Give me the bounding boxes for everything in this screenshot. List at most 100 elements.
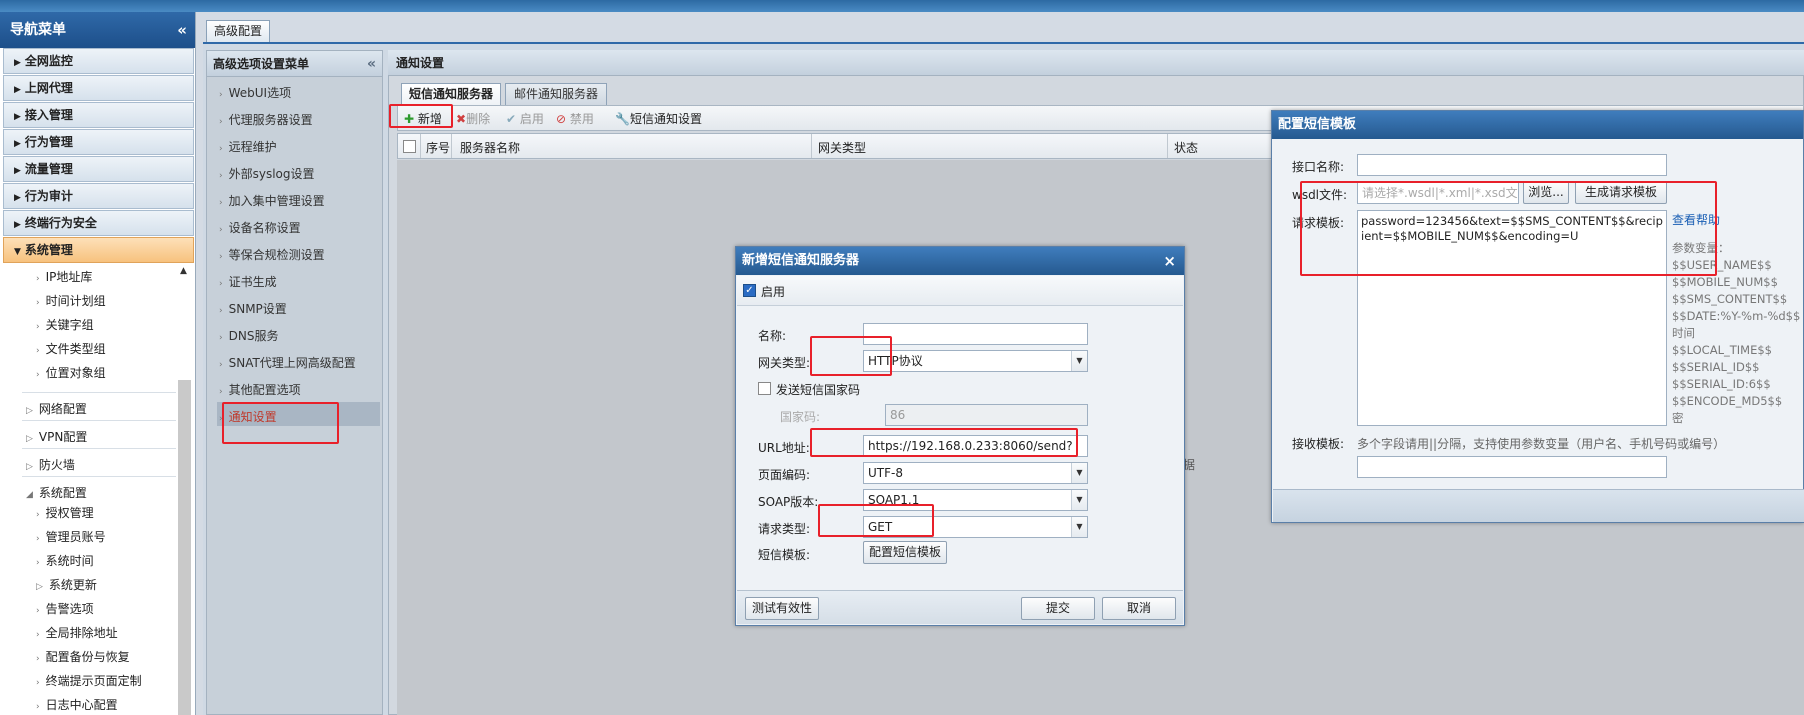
- expand-arrow-icon: ▶: [14, 58, 21, 68]
- annotation-box-new: [389, 104, 453, 128]
- nav-item-proxy[interactable]: ▶ 上网代理: [3, 75, 194, 101]
- close-icon[interactable]: ×: [1163, 247, 1176, 275]
- nav-sub-backup[interactable]: › 配置备份与恢复: [36, 648, 130, 665]
- nav-sub-exclude-address[interactable]: › 全局排除地址: [36, 624, 118, 641]
- nav-title: 导航菜单 «: [0, 12, 195, 48]
- col-server-name[interactable]: 服务器名称: [460, 139, 520, 156]
- menu-dns[interactable]: › DNS服务: [219, 327, 278, 344]
- template-label: 短信模板:: [758, 548, 811, 562]
- annotation-box-request-type: [818, 504, 934, 537]
- enable-checkbox[interactable]: ✓: [743, 284, 756, 297]
- col-seq[interactable]: 序号: [426, 139, 450, 156]
- nav-sub-system-update[interactable]: ▷ 系统更新: [36, 576, 97, 593]
- menu-certificate[interactable]: › 证书生成: [219, 273, 277, 290]
- menu-snmp[interactable]: › SNMP设置: [219, 300, 287, 317]
- annotation-box-gateway: [810, 336, 892, 376]
- nav-sub-system-time[interactable]: › 系统时间: [36, 552, 94, 569]
- tab-sms-server[interactable]: 短信通知服务器: [401, 83, 501, 105]
- delete-icon: ✖: [456, 112, 467, 126]
- nav-sub-ip-library[interactable]: › IP地址库: [36, 268, 92, 285]
- encoding-select[interactable]: UTF-8 ▼: [863, 462, 1088, 484]
- interface-label: 接口名称:: [1292, 160, 1345, 174]
- nav-sub-filetype[interactable]: › 文件类型组: [36, 340, 106, 357]
- nav-sub-license[interactable]: › 授权管理: [36, 504, 94, 521]
- col-status[interactable]: 状态: [1174, 139, 1198, 156]
- nav-item-traffic[interactable]: ▶ 流量管理: [3, 156, 194, 182]
- receive-template-input[interactable]: [1357, 456, 1667, 478]
- expand-arrow-icon: ▷: [26, 434, 33, 444]
- wrench-icon: 🔧: [615, 112, 630, 126]
- nav-sub-location[interactable]: › 位置对象组: [36, 364, 106, 381]
- scroll-up-icon[interactable]: ▲: [180, 266, 187, 276]
- expand-arrow-icon: ▶: [14, 85, 21, 95]
- nav-sub-log-center[interactable]: › 日志中心配置: [36, 696, 118, 713]
- menu-other-options[interactable]: › 其他配置选项: [219, 381, 301, 398]
- nav-scrollbar[interactable]: [178, 380, 191, 715]
- gateway-select[interactable]: HTTP协议 ▼: [863, 350, 1088, 372]
- nav-sub-admin-account[interactable]: › 管理员账号: [36, 528, 106, 545]
- nav-item-behavior[interactable]: ▶ 行为管理: [3, 129, 194, 155]
- nav-group-vpn[interactable]: ▷ VPN配置: [26, 428, 87, 445]
- sms-template-dialog: 配置短信模板 接口名称: wsdl文件: 请选择*.wsdl|*.xml|*.x…: [1271, 110, 1804, 523]
- delete-button[interactable]: ✖删除: [456, 110, 490, 127]
- nav-sub-keyword[interactable]: › 关键字组: [36, 316, 94, 333]
- select-all-checkbox[interactable]: [403, 140, 416, 153]
- nav-sub-alert[interactable]: › 告警选项: [36, 600, 94, 617]
- receive-template-label: 接收模板:: [1292, 437, 1345, 451]
- expand-arrow-icon: ▶: [14, 220, 21, 230]
- submit-button[interactable]: 提交: [1021, 597, 1095, 620]
- interface-input[interactable]: [1357, 154, 1667, 176]
- menu-device-name[interactable]: › 设备名称设置: [219, 219, 301, 236]
- expand-arrow-icon: ▶: [14, 139, 21, 149]
- nav-item-audit[interactable]: ▶ 行为审计: [3, 183, 194, 209]
- nav-item-terminal-security[interactable]: ▶ 终端行为安全: [3, 210, 194, 236]
- content-title: 通知设置: [388, 50, 1804, 76]
- tab-email-server[interactable]: 邮件通知服务器: [505, 83, 607, 105]
- sms-settings-button[interactable]: 🔧短信通知设置: [615, 110, 702, 127]
- request-type-label: 请求类型:: [758, 522, 811, 536]
- nav-collapse-icon[interactable]: «: [177, 12, 187, 48]
- nav-group-network[interactable]: ▷ 网络配置: [26, 400, 87, 417]
- name-input[interactable]: [863, 323, 1088, 345]
- advanced-options-title: 高级选项设置菜单 «: [207, 51, 382, 77]
- gateway-label: 网关类型:: [758, 356, 811, 370]
- menu-proxy-server[interactable]: › 代理服务器设置: [219, 111, 313, 128]
- expand-arrow-icon: ▶: [14, 166, 21, 176]
- nav-group-firewall[interactable]: ▷ 防火墙: [26, 456, 75, 473]
- cancel-button[interactable]: 取消: [1102, 597, 1176, 620]
- menu-webui[interactable]: › WebUI选项: [219, 84, 291, 101]
- expand-arrow-icon: ▶: [14, 112, 21, 122]
- country-input[interactable]: 86: [885, 404, 1088, 426]
- menu-syslog[interactable]: › 外部syslog设置: [219, 165, 315, 182]
- annotation-box-template: [1300, 181, 1717, 276]
- nav-sub-schedule[interactable]: › 时间计划组: [36, 292, 106, 309]
- chevron-down-icon: ▼: [1071, 351, 1087, 371]
- receive-template-hint: 多个字段请用||分隔，支持使用参数变量（用户名、手机号码或编号）: [1357, 437, 1726, 451]
- nav-item-network-monitor[interactable]: ▶ 全网监控: [3, 48, 194, 74]
- menu-central-manage[interactable]: › 加入集中管理设置: [219, 192, 325, 209]
- test-validity-button[interactable]: 测试有效性: [745, 597, 819, 620]
- menu-compliance[interactable]: › 等保合规检测设置: [219, 246, 325, 263]
- tab-advanced-config[interactable]: 高级配置: [206, 20, 270, 42]
- nav-sub-terminal-page[interactable]: › 终端提示页面定制: [36, 672, 142, 689]
- send-country-checkbox[interactable]: [758, 382, 771, 395]
- col-gateway-type[interactable]: 网关类型: [818, 139, 866, 156]
- nav-item-access[interactable]: ▶ 接入管理: [3, 102, 194, 128]
- name-label: 名称:: [758, 329, 787, 343]
- expand-arrow-icon: ▷: [26, 462, 33, 472]
- enable-button[interactable]: ✔ 启用: [506, 110, 544, 127]
- annotation-box-notification: [222, 402, 339, 444]
- menu-remote-maintenance[interactable]: › 远程维护: [219, 138, 277, 155]
- nav-item-system[interactable]: ▼ 系统管理: [3, 237, 194, 263]
- country-label: 国家码:: [780, 410, 821, 424]
- chevron-down-icon: ▼: [1071, 490, 1087, 510]
- nav-group-system-config[interactable]: ◢ 系统配置: [26, 484, 87, 501]
- config-template-button[interactable]: 配置短信模板: [863, 541, 947, 564]
- annotation-box-url: [810, 428, 1078, 457]
- collapse-icon[interactable]: «: [367, 51, 376, 77]
- send-country-label: 发送短信国家码: [776, 383, 861, 397]
- top-banner: [0, 0, 1804, 12]
- disable-button[interactable]: ⊘ 禁用: [556, 110, 594, 127]
- dialog-title: 配置短信模板: [1272, 111, 1803, 139]
- menu-snat[interactable]: › SNAT代理上网高级配置: [219, 354, 356, 371]
